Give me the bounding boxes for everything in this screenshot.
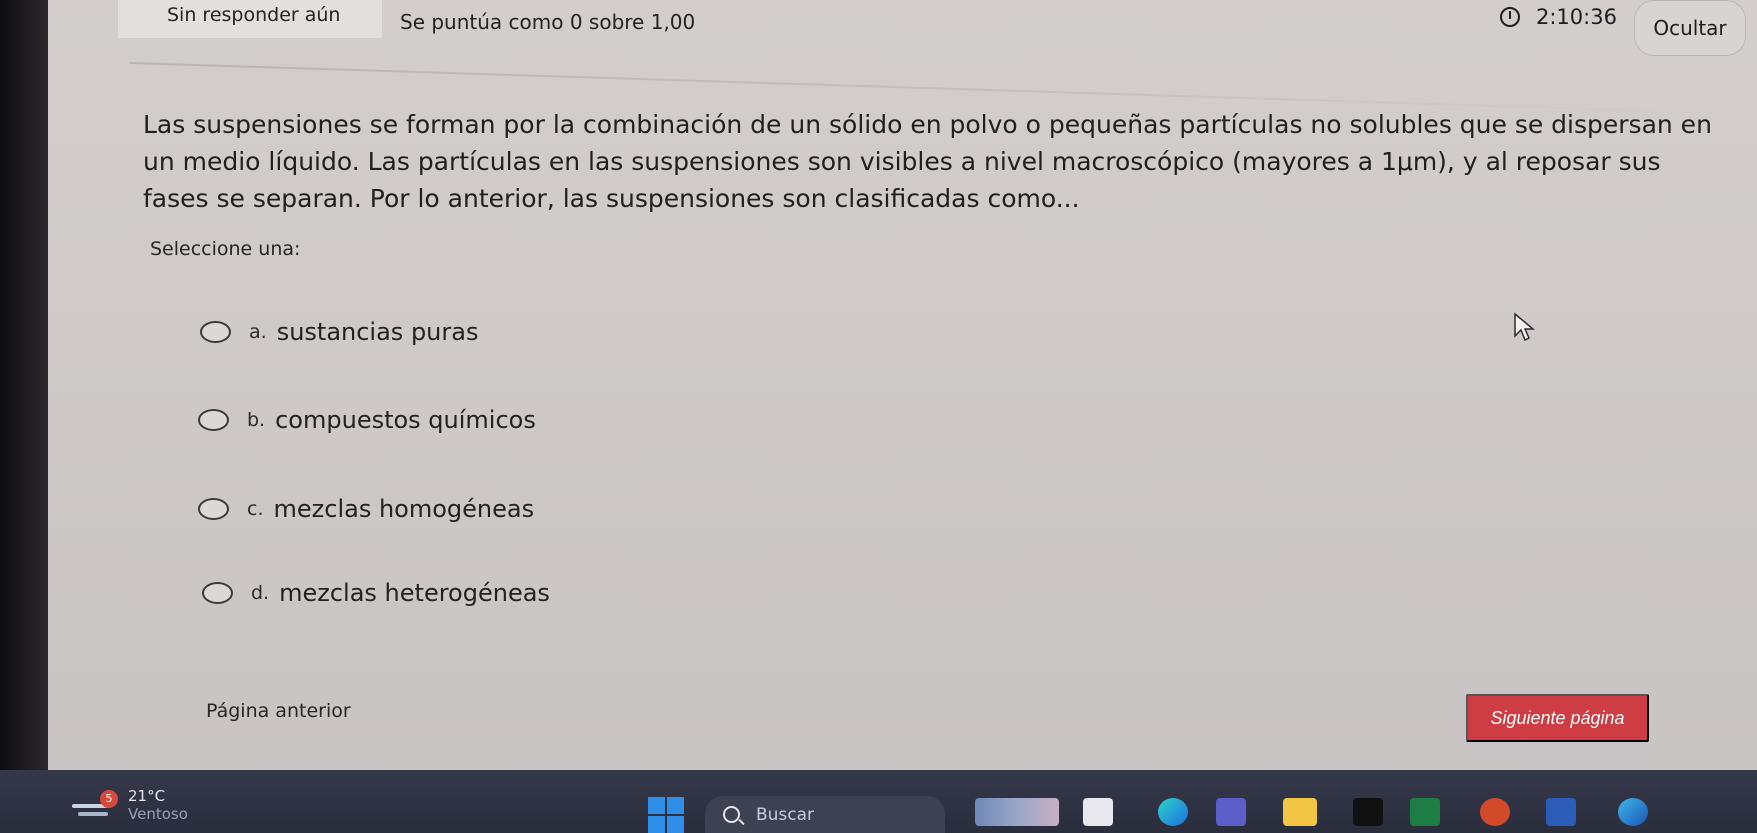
search-icon bbox=[723, 806, 740, 823]
edge-icon[interactable] bbox=[1158, 798, 1188, 826]
weather-temperature: 21°C bbox=[128, 787, 166, 805]
weather-text: 21°C Ventoso bbox=[128, 787, 188, 824]
option-label: sustancias puras bbox=[276, 318, 479, 346]
widgets-icon[interactable] bbox=[975, 798, 1059, 826]
clock-icon bbox=[1500, 7, 1520, 27]
option-letter: b. bbox=[247, 409, 266, 431]
wind-icon: 5 bbox=[72, 789, 118, 820]
option-label: compuestos químicos bbox=[275, 406, 536, 434]
word-icon[interactable] bbox=[1546, 798, 1576, 826]
radio-button[interactable] bbox=[202, 582, 233, 604]
browser-icon[interactable] bbox=[1618, 798, 1648, 826]
files-icon[interactable] bbox=[1083, 798, 1113, 826]
radio-button[interactable] bbox=[198, 409, 229, 431]
option-label: mezclas homogéneas bbox=[273, 495, 535, 523]
option-letter: d. bbox=[251, 582, 270, 604]
excel-icon[interactable] bbox=[1410, 798, 1440, 826]
weather-description: Ventoso bbox=[128, 805, 188, 823]
quiz-timer: 2:10:36 bbox=[1500, 5, 1617, 29]
weather-badge: 5 bbox=[100, 789, 118, 808]
windows-start-icon[interactable] bbox=[648, 797, 684, 833]
screen-bezel bbox=[0, 0, 48, 780]
question-prompt: Seleccione una: bbox=[150, 238, 301, 260]
search-placeholder: Buscar bbox=[756, 804, 815, 825]
answer-option-c[interactable]: c. mezclas homogéneas bbox=[198, 495, 534, 523]
question-grade: Se puntúa como 0 sobre 1,00 bbox=[400, 10, 696, 34]
answer-option-d[interactable]: d. mezclas heterogéneas bbox=[202, 579, 550, 607]
explorer-icon[interactable] bbox=[1283, 798, 1317, 826]
question-status: Sin responder aún bbox=[167, 4, 341, 26]
radio-button[interactable] bbox=[198, 498, 229, 520]
teams-icon[interactable] bbox=[1216, 798, 1246, 826]
next-page-button[interactable]: Siguiente página bbox=[1466, 694, 1649, 742]
option-letter: c. bbox=[247, 498, 264, 520]
question-text: Las suspensiones se forman por la combin… bbox=[143, 110, 1712, 213]
tiktok-icon[interactable] bbox=[1353, 798, 1383, 826]
timer-value: 2:10:36 bbox=[1536, 5, 1617, 29]
previous-page-link[interactable]: Página anterior bbox=[206, 700, 351, 722]
option-letter: a. bbox=[249, 321, 267, 343]
hide-timer-button[interactable]: Ocultar bbox=[1634, 0, 1746, 56]
weather-widget[interactable]: 5 21°C Ventoso bbox=[72, 788, 188, 823]
option-label: mezclas heterogéneas bbox=[279, 579, 550, 607]
answer-option-b[interactable]: b. compuestos químicos bbox=[198, 406, 536, 434]
mouse-cursor-icon bbox=[1514, 312, 1535, 342]
taskbar-search-box[interactable]: Buscar bbox=[705, 796, 945, 833]
powerpoint-icon[interactable] bbox=[1480, 798, 1510, 826]
radio-button[interactable] bbox=[200, 321, 231, 343]
answer-option-a[interactable]: a. sustancias puras bbox=[200, 318, 478, 346]
